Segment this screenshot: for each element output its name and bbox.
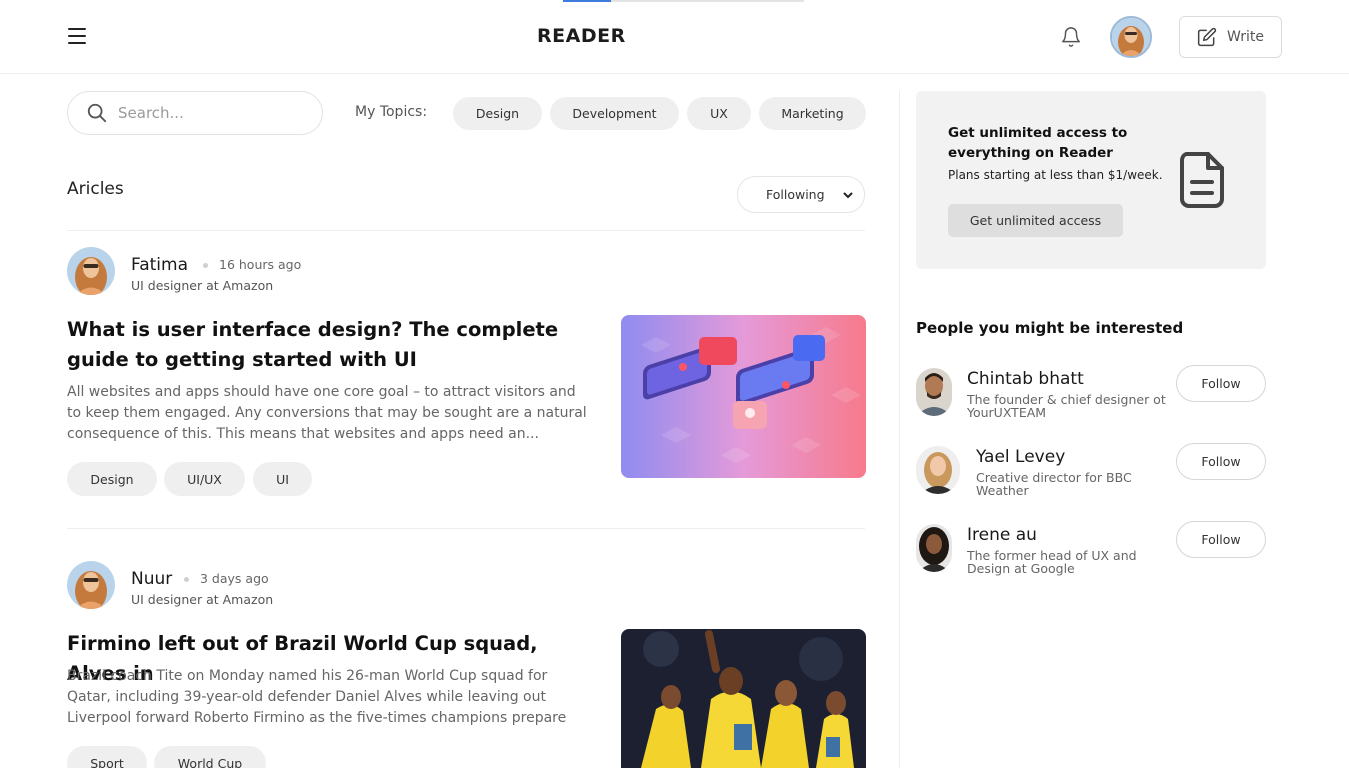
tag-design[interactable]: Design [67,462,157,496]
sort-value: Following [766,187,825,202]
follow-button[interactable]: Follow [1176,443,1266,480]
divider [67,528,865,529]
hamburger-menu-icon[interactable] [68,28,90,46]
bell-icon[interactable] [1060,26,1082,48]
follow-button[interactable]: Follow [1176,521,1266,558]
person-bio: The former head of UX and Design at Goog… [967,548,1137,576]
author-avatar[interactable] [67,561,115,609]
sidebar-divider [899,91,900,768]
article-image[interactable] [621,315,866,478]
author-avatar[interactable] [67,247,115,295]
article-title[interactable]: What is user interface design? The compl… [67,315,597,375]
person-bio: Creative director for BBC Weather [976,470,1132,498]
author-name[interactable]: Fatima [131,255,188,275]
author-name[interactable]: Nuur [131,569,172,589]
post-time: 3 days ago [200,571,269,586]
person-name[interactable]: Yael Levey [976,447,1065,467]
topic-ux[interactable]: UX [687,97,751,130]
person-avatar[interactable] [916,524,952,572]
divider [67,230,865,231]
search-input[interactable] [118,104,298,122]
author-role: UI designer at Amazon [131,278,274,293]
edit-icon [1197,27,1217,47]
post-time: 16 hours ago [219,257,302,272]
my-topics-label: My Topics: [355,104,428,120]
article-excerpt: Brazil coach Tite on Monday named his 26… [67,668,567,726]
author-role: UI designer at Amazon [131,592,274,607]
person-avatar[interactable] [916,446,960,494]
article-image[interactable] [621,629,866,768]
tag-ui[interactable]: UI [253,462,312,496]
topic-design[interactable]: Design [453,97,542,130]
person-avatar[interactable] [916,368,952,416]
promo-subtitle: Plans starting at less than $1/week. [948,168,1163,182]
user-avatar[interactable] [1110,16,1152,58]
separator-dot [203,263,208,268]
write-label: Write [1227,29,1264,45]
brand-logo[interactable]: READER [537,25,626,47]
follow-button[interactable]: Follow [1176,365,1266,402]
get-unlimited-access-button[interactable]: Get unlimited access [948,204,1123,237]
topic-development[interactable]: Development [550,97,679,130]
person-bio: The founder & chief designer ot YourUXTE… [967,392,1166,420]
chevron-down-icon [843,192,853,198]
article-excerpt: All websites and apps should have one co… [67,384,587,442]
tag-sport[interactable]: Sport [67,746,147,768]
write-button[interactable]: Write [1179,16,1282,58]
people-heading: People you might be interested [916,319,1184,337]
sort-select[interactable]: Following [737,176,865,213]
promo-card: Get unlimited access to everything on Re… [916,91,1266,269]
articles-heading: Aricles [67,179,124,199]
person-name[interactable]: Chintab bhatt [967,369,1084,389]
top-header: READER Write [0,0,1349,74]
search-box[interactable] [67,91,323,135]
separator-dot [184,577,189,582]
person-name[interactable]: Irene au [967,525,1037,545]
topic-marketing[interactable]: Marketing [759,97,866,130]
tag-ui-ux[interactable]: UI/UX [164,462,245,496]
search-icon [87,103,107,123]
document-icon [1178,151,1226,209]
tag-world-cup[interactable]: World Cup [154,746,266,768]
promo-title: Get unlimited access to everything on Re… [948,125,1128,161]
